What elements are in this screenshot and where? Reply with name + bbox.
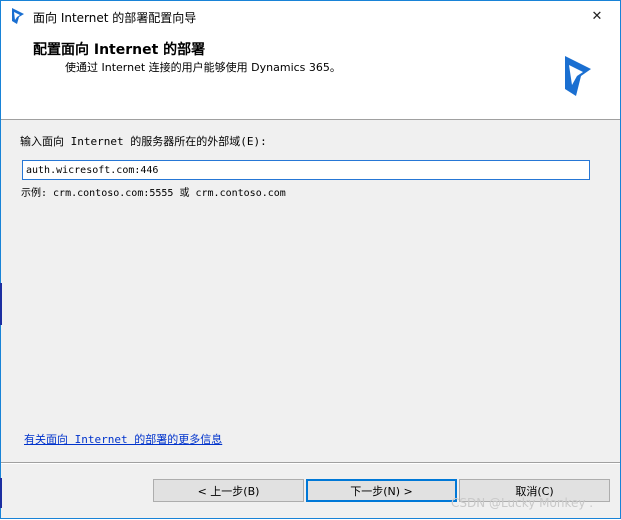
background-window-edge bbox=[0, 283, 2, 325]
close-icon: ✕ bbox=[591, 8, 603, 24]
external-domain-label: 输入面向 Internet 的服务器所在的外部域(E): bbox=[20, 135, 267, 148]
page-subtitle: 使通过 Internet 连接的用户能够使用 Dynamics 365。 bbox=[65, 61, 341, 74]
wizard-window: 面向 Internet 的部署配置向导 ✕ 配置面向 Internet 的部署 … bbox=[0, 0, 621, 519]
title-bar: 面向 Internet 的部署配置向导 ✕ bbox=[1, 1, 620, 31]
more-info-link[interactable]: 有关面向 Internet 的部署的更多信息 bbox=[24, 431, 222, 447]
next-button[interactable]: 下一步(N) > bbox=[306, 479, 457, 502]
dynamics-brand-logo-icon bbox=[565, 56, 591, 96]
page-title: 配置面向 Internet 的部署 bbox=[33, 42, 206, 58]
background-window-edge bbox=[0, 478, 2, 508]
window-title: 面向 Internet 的部署配置向导 bbox=[33, 11, 197, 25]
watermark-text: CSDN @Lucky Monkey . bbox=[451, 496, 594, 510]
external-domain-input[interactable] bbox=[22, 160, 590, 180]
example-text: 示例: crm.contoso.com:5555 或 crm.contoso.c… bbox=[21, 188, 286, 199]
back-button[interactable]: < 上一步(B) bbox=[153, 479, 304, 502]
dynamics-logo-icon bbox=[12, 8, 24, 24]
wizard-header: 配置面向 Internet 的部署 使通过 Internet 连接的用户能够使用… bbox=[1, 31, 620, 120]
close-button[interactable]: ✕ bbox=[574, 1, 620, 31]
footer-separator bbox=[1, 462, 620, 464]
